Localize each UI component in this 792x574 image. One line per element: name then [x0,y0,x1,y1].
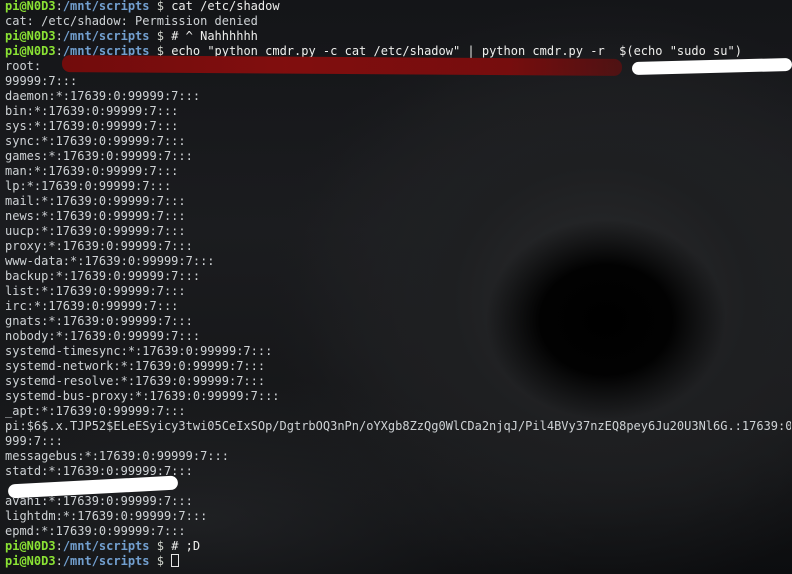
output-line: systemd-resolve:*:17639:0:99999:7::: [5,374,266,388]
output-line: proxy:*:17639:0:99999:7::: [5,239,193,253]
output-line: _apt:*:17639:0:99999:7::: [5,404,186,418]
prompt-user-host: pi@N0D3 [5,0,56,13]
output-line: gnats:*:17639:0:99999:7::: [5,314,193,328]
prompt-separator: : [55,0,63,13]
output-line: lightdm:*:17639:0:99999:7::: [5,509,208,523]
prompt-user-host: pi@N0D3 [5,554,56,568]
prompt-symbol: $ [149,539,172,553]
output-line: systemd-bus-proxy:*:17639:0:99999:7::: [5,389,280,403]
prompt-user-host: pi@N0D3 [5,29,56,43]
output-line: list:*:17639:0:99999:7::: [5,284,186,298]
output-line: sync:*:17639:0:99999:7::: [5,134,186,148]
output-line: irc:*:17639:0:99999:7::: [5,299,179,313]
prompt-line: pi@N0D3:/mnt/scripts $ # ^ Nahhhhhh [5,29,791,44]
prompt-line: pi@N0D3:/mnt/scripts $ # ;D [5,539,791,554]
output-line: backup:*:17639:0:99999:7::: [5,269,201,283]
prompt-user-host: pi@N0D3 [5,44,56,58]
prompt-separator: : [55,539,63,553]
output-line: mail:*:17639:0:99999:7::: [5,194,186,208]
prompt-separator: : [55,44,63,58]
prompt-line-active[interactable]: pi@N0D3:/mnt/scripts $ [5,554,791,569]
command-text: # ;D [171,539,201,553]
output-line: uucp:*:17639:0:99999:7::: [5,224,186,238]
output-line: daemon:*:17639:0:99999:7::: [5,89,201,103]
output-line: sys:*:17639:0:99999:7::: [5,119,179,133]
output-line: 99999:7::: [5,74,78,88]
prompt-symbol: $ [149,0,172,13]
prompt-separator: : [55,554,63,568]
prompt-symbol: $ [149,29,172,43]
text-cursor [171,554,180,567]
prompt-line: pi@N0D3:/mnt/scripts $ cat /etc/shadow [5,0,791,14]
output-line: 999:7::: [5,434,63,448]
output-line: systemd-timesync:*:17639:0:99999:7::: [5,344,273,358]
prompt-path: /mnt/scripts [62,539,150,553]
terminal-window[interactable]: pi@N0D3:/mnt/scripts $ cat /etc/shadow c… [0,0,792,574]
prompt-separator: : [55,29,63,43]
output-line: cat: /etc/shadow: Permission denied [5,14,258,28]
output-line: news:*:17639:0:99999:7::: [5,209,186,223]
output-line: pi:$6$.x.TJP52$ELeESyicy3twi05CeIxSOp/Dg… [5,419,791,433]
output-line: games:*:17639:0:99999:7::: [5,149,193,163]
output-line: avahi:*:17639:0:99999:7::: [5,494,193,508]
prompt-path: /mnt/scripts [62,554,150,568]
output-line: www-data:*:17639:0:99999:7::: [5,254,215,268]
prompt-user-host: pi@N0D3 [5,539,56,553]
prompt-symbol: $ [149,554,172,568]
prompt-path: /mnt/scripts [62,29,150,43]
output-line: epmd:*:17639:0:99999:7::: [5,524,186,538]
prompt-path: /mnt/scripts [62,0,150,13]
output-line: lp:*:17639:0:99999:7::: [5,179,172,193]
command-text: # ^ Nahhhhhh [171,29,258,43]
command-text: cat /etc/shadow [171,0,280,13]
output-line: nobody:*:17639:0:99999:7::: [5,329,201,343]
output-line: messagebus:*:17639:0:99999:7::: [5,449,229,463]
output-line: systemd-network:*:17639:0:99999:7::: [5,359,266,373]
output-line: man:*:17639:0:99999:7::: [5,164,179,178]
output-line: bin:*:17639:0:99999:7::: [5,104,179,118]
output-line: statd:*:17639:0:99999:7::: [5,464,193,478]
